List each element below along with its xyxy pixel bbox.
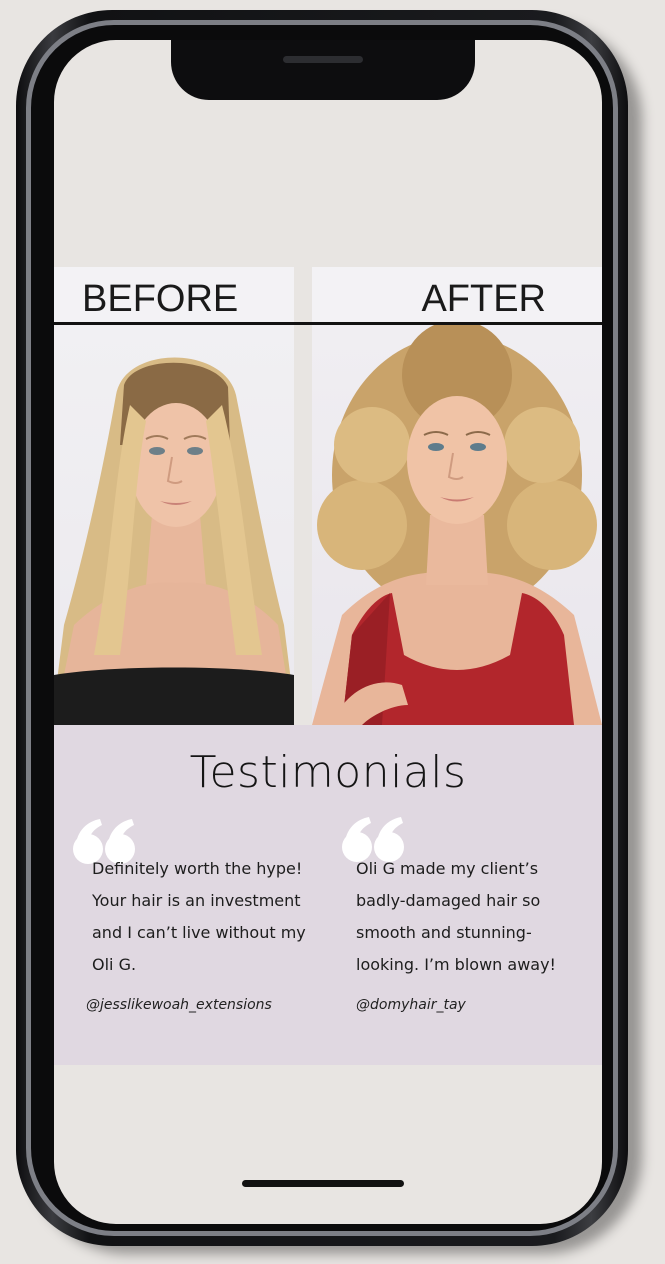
phone-frame: BEFORE AFTER Testimonials Definitely wor… [16,10,628,1246]
after-portrait-illustration [312,325,602,725]
after-label: AFTER [312,267,602,325]
before-label: BEFORE [54,267,294,325]
testimonial-quote: Oli G made my client’s badly-damaged hai… [356,859,556,974]
before-label-text: BEFORE [82,278,239,320]
testimonials-section: Testimonials Definitely worth the hype! … [54,725,602,1065]
before-portrait-illustration [54,357,294,725]
testimonial-author-handle: @jesslikewoah_extensions [86,997,272,1013]
testimonials-title: Testimonials [189,747,467,798]
phone-screen: BEFORE AFTER Testimonials Definitely wor… [54,40,602,1224]
testimonial-quote: Definitely worth the hype! Your hair is … [92,859,306,974]
speaker-grille [283,56,363,63]
before-photo [54,325,294,725]
home-indicator[interactable] [242,1180,404,1187]
after-label-text: AFTER [421,278,546,320]
after-photo [312,325,602,725]
phone-notch [171,40,475,100]
testimonial-author-handle: @domyhair_tay [356,997,466,1013]
